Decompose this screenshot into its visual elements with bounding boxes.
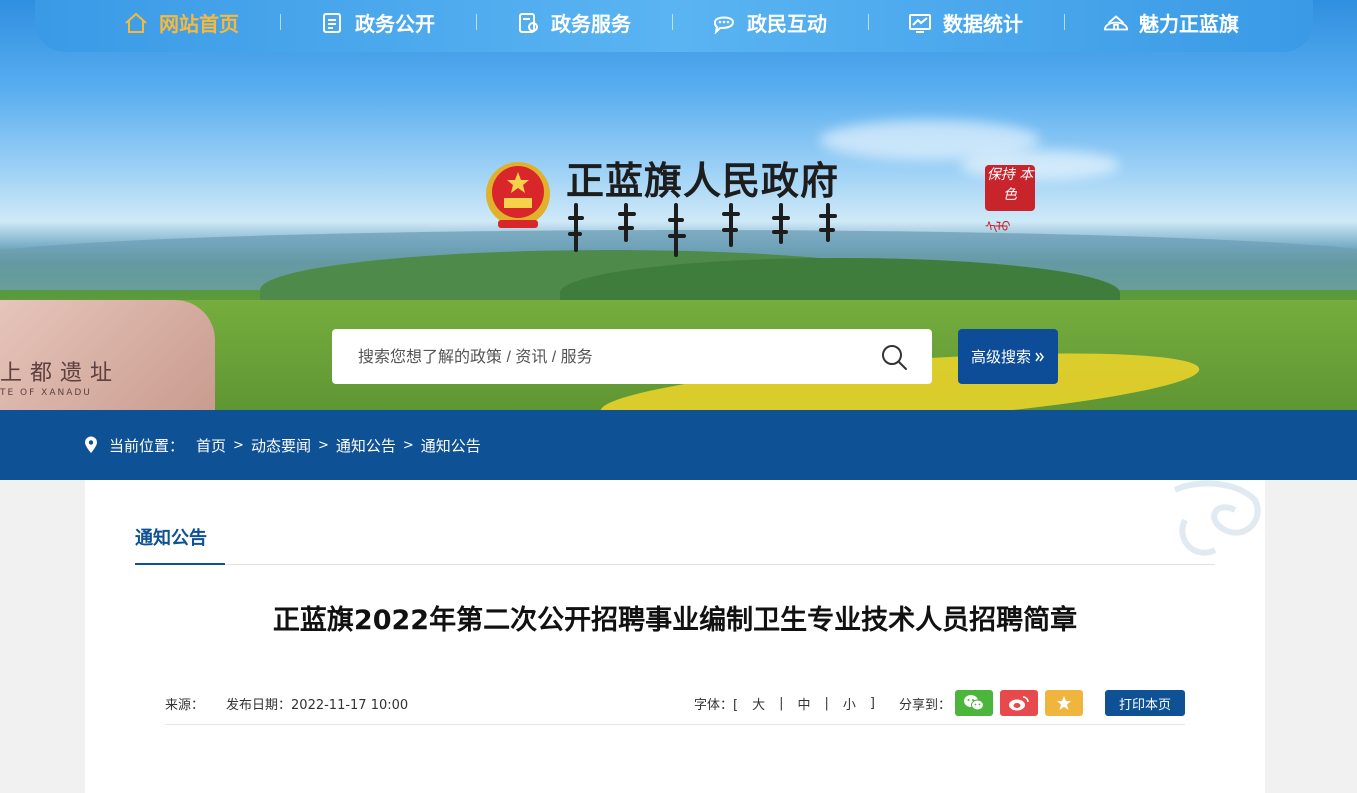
chat-icon [711, 12, 737, 34]
font-size-label-text: 字体： [694, 698, 734, 713]
nav-statistics-label: 数据统计 [943, 12, 1023, 36]
share-weibo-button[interactable] [1000, 690, 1038, 716]
breadcrumb-home[interactable]: 首页 [196, 435, 226, 456]
nav-divider [280, 14, 281, 30]
nav-divider [672, 14, 673, 30]
nav-charm[interactable]: 魅力正蓝旗 [1103, 0, 1239, 45]
nav-statistics[interactable]: 数据统计 [907, 0, 1023, 45]
font-size-medium[interactable]: 中 [798, 694, 811, 713]
nav-divider [868, 14, 869, 30]
nav-home-label: 网站首页 [159, 12, 239, 36]
divider: | [779, 696, 784, 711]
decorative-pattern-icon [1173, 480, 1261, 556]
advanced-search-label: 高级搜索 [970, 348, 1031, 366]
font-size-small[interactable]: 小 [843, 694, 856, 713]
national-emblem-icon [486, 162, 550, 228]
service-icon [515, 12, 541, 34]
breadcrumb-bar: 当前位置： 首页 > 动态要闻 > 通知公告 > 通知公告 [0, 410, 1357, 480]
double-chevron-right-icon [1035, 352, 1044, 361]
share-label: 分享到： [899, 698, 952, 713]
wechat-icon [964, 695, 984, 711]
location-pin-icon [85, 436, 97, 453]
breadcrumb-news[interactable]: 动态要闻 [251, 435, 311, 456]
section-tab-notices[interactable]: 通知公告 [135, 524, 207, 550]
source-label: 来源： [165, 698, 205, 713]
document-icon [319, 12, 345, 34]
nav-home[interactable]: 网站首页 [123, 0, 239, 45]
divider: | [824, 696, 829, 711]
breadcrumb-separator: > [233, 437, 244, 453]
bracket: ] [869, 696, 875, 711]
header-banner: 上都遗址 TE OF XANADU 正蓝旗人民政府 保持 本色 ᠰᠢᠯᠤ 网站首… [0, 0, 1357, 410]
breadcrumb-current[interactable]: 通知公告 [421, 435, 481, 456]
xanadu-stone-subtext: TE OF XANADU [0, 388, 92, 398]
nav-divider [476, 14, 477, 30]
home-icon [123, 12, 149, 34]
nav-government-affairs[interactable]: 政务公开 [319, 0, 435, 45]
nav-divider [1064, 14, 1065, 30]
main-nav: 网站首页 政务公开 政务服务 政民互动 数据统计 魅力正蓝旗 [35, 0, 1313, 52]
search-input[interactable] [356, 329, 860, 386]
breadcrumb-separator: > [402, 437, 414, 453]
divider [135, 564, 1215, 565]
font-size-control: 字体：[ 大 | 中 | 小 ] [694, 694, 875, 713]
meta-info: 来源： 发布日期：2022-11-17 10:00 [165, 694, 408, 713]
divider [165, 724, 1185, 725]
nav-interaction[interactable]: 政民互动 [711, 0, 827, 45]
breadcrumb-notices[interactable]: 通知公告 [336, 435, 396, 456]
publish-date: 发布日期：2022-11-17 10:00 [226, 694, 408, 713]
breadcrumb: 当前位置： 首页 > 动态要闻 > 通知公告 > 通知公告 [84, 410, 481, 480]
weibo-icon [1009, 696, 1029, 711]
slogan-seal: 保持 本色 [985, 165, 1035, 211]
mongolian-title [568, 203, 837, 257]
article-meta: 来源： 发布日期：2022-11-17 10:00 字体：[ 大 | 中 | 小… [165, 690, 1185, 724]
article-card: 通知公告 正蓝旗2022年第二次公开招聘事业编制卫生专业技术人员招聘简章 来源：… [85, 480, 1265, 793]
advanced-search-button[interactable]: 高级搜索 [958, 329, 1058, 384]
nav-government-affairs-label: 政务公开 [355, 12, 435, 36]
star-icon [1057, 696, 1071, 710]
share-wechat-button[interactable] [955, 690, 993, 716]
print-button[interactable]: 打印本页 [1105, 690, 1185, 716]
chart-icon [907, 12, 933, 34]
nav-government-services-label: 政务服务 [551, 12, 631, 36]
tab-underline [135, 563, 225, 565]
add-favorite-button[interactable] [1045, 690, 1083, 716]
search-icon[interactable] [880, 343, 908, 371]
xanadu-stone-text: 上都遗址 [0, 361, 121, 386]
font-size-large[interactable]: 大 [752, 694, 765, 713]
font-size-label: 字体：[ [694, 698, 739, 713]
article-title: 正蓝旗2022年第二次公开招聘事业编制卫生专业技术人员招聘简章 [272, 605, 1078, 636]
publish-date-label: 发布日期： [226, 698, 292, 713]
breadcrumb-prefix: 当前位置： [109, 436, 185, 455]
nav-charm-label: 魅力正蓝旗 [1139, 12, 1239, 36]
nav-interaction-label: 政民互动 [747, 12, 827, 36]
cloud [960, 150, 1120, 180]
search-box [332, 329, 932, 386]
publish-date-value: 2022-11-17 10:00 [291, 698, 409, 713]
slogan-seal-mongolian: ᠰᠢᠯᠤ [985, 220, 1011, 235]
yurt-icon [1103, 12, 1129, 34]
site-title: 正蓝旗人民政府 [566, 158, 840, 203]
nav-government-services[interactable]: 政务服务 [515, 0, 631, 45]
breadcrumb-separator: > [317, 437, 329, 453]
